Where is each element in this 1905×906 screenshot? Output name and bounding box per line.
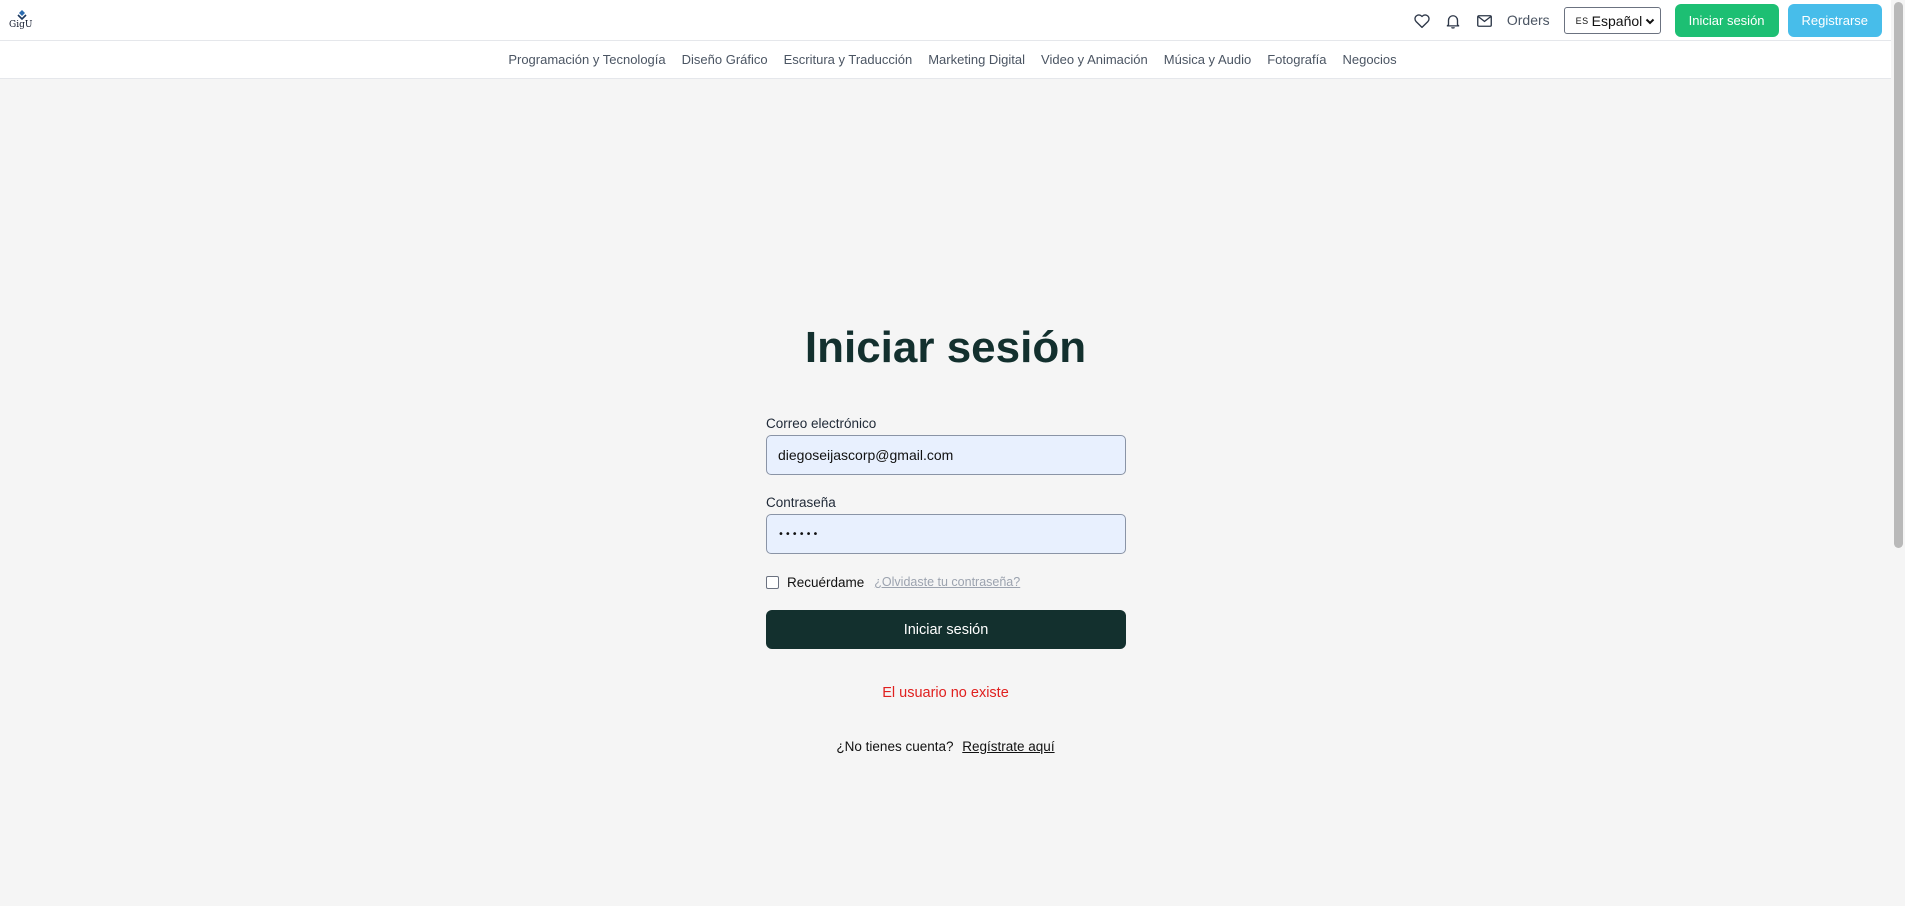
- notifications-button[interactable]: [1438, 5, 1469, 36]
- orders-link[interactable]: Orders: [1507, 0, 1550, 41]
- bell-icon: [1447, 14, 1460, 29]
- remember-label[interactable]: Recuérdame: [787, 575, 864, 590]
- remember-checkbox[interactable]: [766, 575, 779, 589]
- category-list: Programación y Tecnología Diseño Gráfico…: [508, 52, 1396, 67]
- signup-prompt: ¿No tienes cuenta? Regístrate aquí: [0, 739, 1891, 754]
- category-marketing[interactable]: Marketing Digital: [928, 52, 1025, 67]
- language-code: ES: [1575, 15, 1589, 26]
- chevron-down-icon: [1644, 15, 1656, 27]
- no-account-text: ¿No tienes cuenta?: [836, 739, 954, 754]
- header-login-button[interactable]: Iniciar sesión: [1674, 4, 1779, 37]
- heart-icon: [1414, 13, 1431, 28]
- messages-button[interactable]: [1469, 5, 1500, 36]
- email-field[interactable]: [766, 435, 1126, 475]
- mail-icon: [1476, 14, 1492, 27]
- login-form: Correo electrónico Contraseña Recuérdame…: [766, 416, 1126, 649]
- top-navbar: GigU Orders ES Español Iniciar sesión Re…: [0, 0, 1905, 41]
- scrollbar-track[interactable]: [1891, 0, 1905, 906]
- category-musica[interactable]: Música y Audio: [1164, 52, 1251, 67]
- category-nav: Programación y Tecnología Diseño Gráfico…: [0, 41, 1905, 79]
- error-message: El usuario no existe: [882, 685, 1009, 701]
- remember-row: Recuérdame ¿Olvidaste tu contraseña?: [766, 573, 1126, 591]
- header-register-button[interactable]: Registrarse: [1787, 4, 1882, 37]
- category-escritura[interactable]: Escritura y Traducción: [784, 52, 913, 67]
- email-label: Correo electrónico: [766, 416, 877, 431]
- page-title: Iniciar sesión: [804, 323, 1087, 372]
- category-negocios[interactable]: Negocios: [1342, 52, 1396, 67]
- language-select[interactable]: ES Español: [1563, 7, 1661, 34]
- scrollbar-thumb[interactable]: [1894, 2, 1903, 548]
- category-diseno-grafico[interactable]: Diseño Gráfico: [682, 52, 768, 67]
- password-label: Contraseña: [766, 495, 836, 510]
- language-selected: Español: [1591, 12, 1643, 29]
- logo-text: GigU: [9, 20, 33, 30]
- signup-link[interactable]: Regístrate aquí: [962, 739, 1054, 754]
- favorites-button[interactable]: [1407, 5, 1438, 36]
- header-actions: Orders ES Español Iniciar sesión Registr…: [1407, 0, 1882, 41]
- forgot-password-link[interactable]: ¿Olvidaste tu contraseña?: [874, 575, 1020, 589]
- password-field[interactable]: [766, 514, 1126, 554]
- category-programacion[interactable]: Programación y Tecnología: [508, 52, 665, 67]
- login-submit-button[interactable]: Iniciar sesión: [766, 610, 1126, 649]
- category-video[interactable]: Video y Animación: [1041, 52, 1148, 67]
- category-fotografia[interactable]: Fotografía: [1267, 52, 1326, 67]
